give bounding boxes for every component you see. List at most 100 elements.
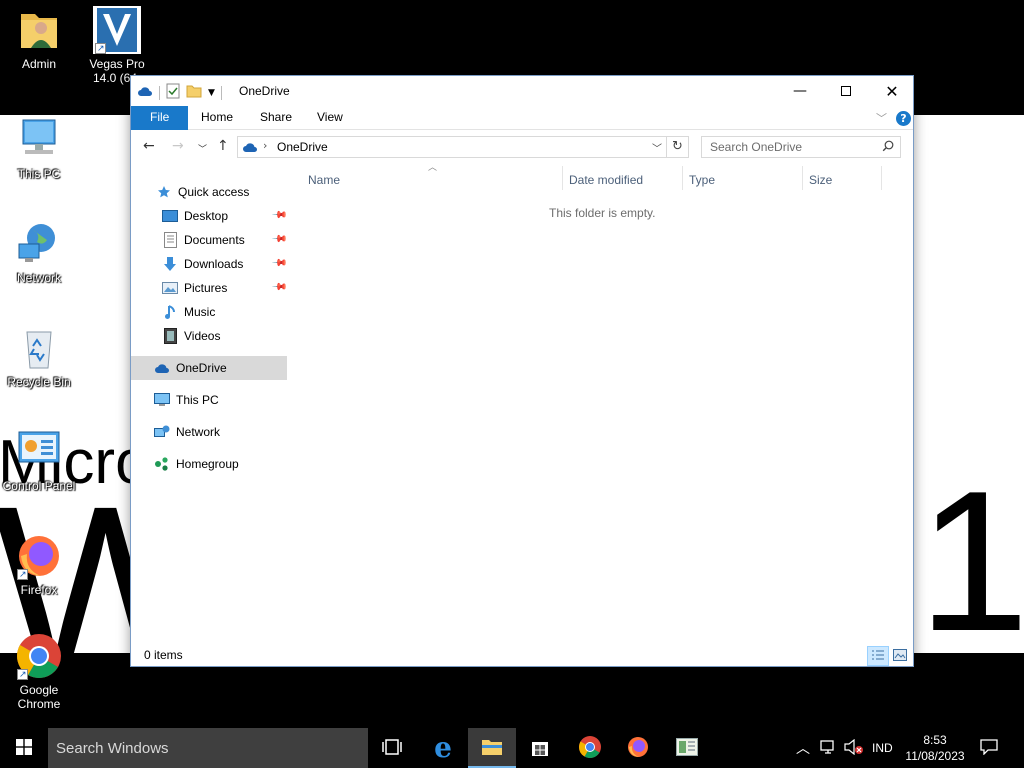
nav-item-documents[interactable]: Documents 📌: [131, 228, 288, 252]
forward-button[interactable]: →: [172, 138, 184, 154]
nav-quick-access[interactable]: Quick access: [131, 180, 287, 204]
search-icon[interactable]: [882, 140, 894, 155]
breadcrumb[interactable]: OneDrive: [277, 140, 328, 154]
minimize-button[interactable]: —: [777, 76, 823, 106]
recent-locations-button[interactable]: ﹀: [198, 142, 207, 155]
nav-item-pictures[interactable]: Pictures 📌: [131, 276, 288, 300]
nav-label: Videos: [184, 329, 221, 343]
clock[interactable]: 8:53 11/08/2023: [902, 728, 968, 768]
search-input[interactable]: [702, 137, 878, 157]
taskbar-search-input[interactable]: [48, 728, 368, 768]
taskbar-chrome[interactable]: [566, 728, 614, 768]
nav-item-homegroup[interactable]: Homegroup: [131, 452, 287, 476]
action-center-button[interactable]: [980, 728, 998, 768]
recycle-bin-icon: [15, 324, 63, 372]
nav-item-this-pc[interactable]: This PC: [131, 388, 287, 412]
tab-share[interactable]: Share: [246, 106, 306, 130]
search-box[interactable]: [701, 136, 901, 158]
empty-folder-message: This folder is empty.: [549, 206, 656, 220]
forward-arrow-icon: →: [172, 138, 184, 154]
videos-icon: [162, 328, 178, 344]
title-bar[interactable]: ▼ OneDrive — ✕: [131, 76, 913, 106]
large-icons-view-button[interactable]: [889, 646, 911, 666]
tab-view[interactable]: View: [303, 106, 357, 130]
taskbar-edge[interactable]: e: [419, 728, 467, 768]
close-icon: ✕: [885, 81, 899, 101]
help-icon[interactable]: ?: [896, 111, 911, 126]
desktop-icon-chrome[interactable]: Google Chrome: [0, 632, 78, 711]
download-arrow-icon: [162, 256, 178, 272]
column-header-date-modified[interactable]: Date modified: [561, 169, 682, 191]
taskbar-store[interactable]: [516, 728, 564, 768]
volume-muted-icon: [844, 738, 864, 758]
taskbar-app[interactable]: [663, 728, 711, 768]
column-header-size[interactable]: Size: [801, 169, 881, 191]
desktop-icon-firefox[interactable]: Firefox: [0, 532, 78, 597]
pin-icon: 📌: [270, 279, 288, 296]
task-view-button[interactable]: [368, 728, 416, 768]
desktop-icon-vegas-pro[interactable]: Vegas Pro 14.0 (64-: [78, 6, 156, 85]
nav-item-music[interactable]: Music: [131, 300, 287, 324]
pin-icon: 📌: [270, 231, 288, 248]
breadcrumb-chevron-icon: ›: [263, 139, 268, 152]
music-note-icon: [162, 304, 178, 320]
volume-button[interactable]: [844, 728, 864, 768]
nav-label: Quick access: [178, 185, 250, 199]
properties-icon[interactable]: [166, 83, 180, 102]
desktop-icon-admin[interactable]: Admin: [0, 6, 78, 71]
window-title: OneDrive: [239, 84, 290, 98]
user-folder-icon: [15, 6, 63, 54]
desktop-icon-recycle-bin[interactable]: Recycle Bin: [0, 324, 78, 389]
column-header-name[interactable]: Name: [300, 169, 562, 191]
pin-icon: 📌: [270, 207, 288, 224]
firefox-icon: [15, 532, 63, 581]
desktop-icon-control-panel[interactable]: Control Panel: [0, 428, 78, 493]
start-button[interactable]: [0, 728, 48, 768]
expand-ribbon-icon[interactable]: ﹀: [876, 110, 887, 126]
input-language-indicator[interactable]: IND: [872, 728, 893, 768]
chrome-icon: [15, 632, 63, 681]
desktop-icon-this-pc[interactable]: This PC: [0, 116, 78, 181]
address-bar[interactable]: › OneDrive ﹀: [237, 136, 667, 158]
taskbar-file-explorer[interactable]: [468, 728, 516, 768]
navigation-pane: Quick access Desktop 📌 Documents 📌 Downl…: [131, 176, 288, 642]
chevron-up-icon: ︿: [796, 740, 810, 756]
chevron-down-icon: ﹀: [198, 145, 208, 155]
desktop-icon-label: This PC: [17, 167, 61, 181]
refresh-button[interactable]: ↻: [667, 136, 689, 158]
nav-item-videos[interactable]: Videos: [131, 324, 287, 348]
address-dropdown-icon[interactable]: ﹀: [652, 140, 662, 155]
taskbar: e ︿ IND 8:53: [0, 728, 1024, 768]
maximize-button[interactable]: [823, 76, 869, 106]
task-view-icon: [382, 738, 402, 758]
nav-item-desktop[interactable]: Desktop 📌: [131, 204, 288, 228]
column-header-type[interactable]: Type: [681, 169, 802, 191]
details-view-button[interactable]: [867, 646, 889, 666]
up-button[interactable]: ↑: [217, 138, 229, 154]
address-row: ← → ﹀ ↑ › OneDrive ﹀ ↻: [131, 130, 913, 164]
edge-icon: e: [434, 731, 452, 764]
close-button[interactable]: ✕: [869, 76, 915, 106]
new-folder-icon[interactable]: [186, 84, 202, 101]
status-bar: 0 items: [131, 642, 913, 668]
desktop-icon-label: Control Panel: [2, 479, 76, 493]
tab-file[interactable]: File: [131, 106, 189, 130]
taskbar-firefox[interactable]: [614, 728, 662, 768]
nav-label: Downloads: [184, 257, 244, 271]
back-button[interactable]: ←: [143, 138, 155, 154]
nav-item-network[interactable]: Network: [131, 420, 287, 444]
nav-item-onedrive[interactable]: OneDrive: [131, 356, 287, 380]
back-arrow-icon: ←: [143, 138, 155, 154]
quick-access-toolbar: ▼: [137, 83, 222, 102]
nav-item-downloads[interactable]: Downloads 📌: [131, 252, 288, 276]
desktop-folder-icon: [162, 208, 178, 224]
pictures-icon: [162, 280, 178, 296]
customize-toolbar-icon[interactable]: ▼: [208, 88, 215, 98]
taskbar-search[interactable]: [48, 728, 368, 768]
desktop-icon-network[interactable]: Network: [0, 220, 78, 285]
show-hidden-icons-button[interactable]: ︿: [796, 728, 810, 768]
tab-home[interactable]: Home: [187, 106, 247, 130]
explorer-window: ▼ OneDrive — ✕ File Home Share View ﹀ ? …: [130, 75, 914, 667]
network-status-button[interactable]: [820, 728, 838, 768]
nav-label: Homegroup: [176, 457, 239, 471]
